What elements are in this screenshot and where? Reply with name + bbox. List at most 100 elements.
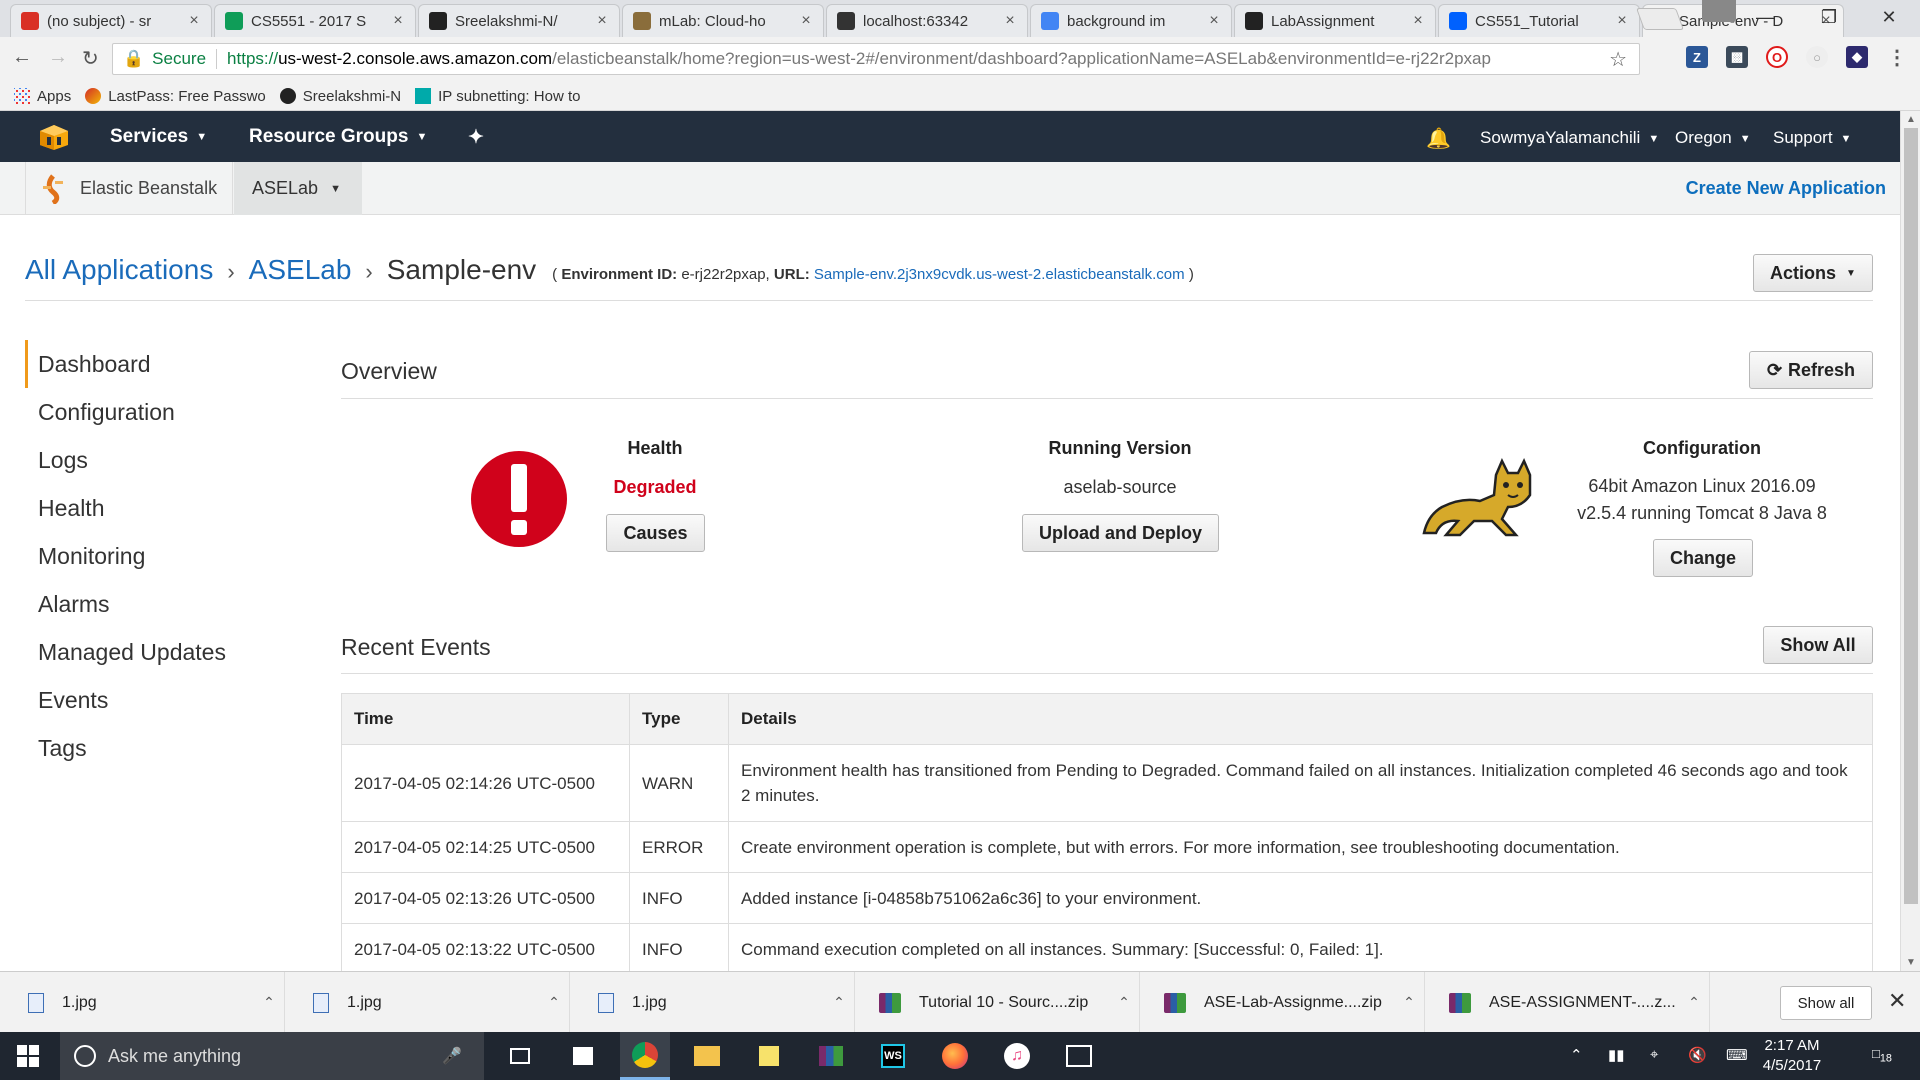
nav-alarms[interactable]: Alarms [25, 580, 285, 628]
scroll-up-icon[interactable]: ▲ [1901, 114, 1920, 125]
show-all-events-button[interactable]: Show All [1763, 626, 1873, 664]
address-bar[interactable]: 🔒 Secure https://us-west-2.console.aws.a… [112, 43, 1640, 75]
close-window-icon[interactable]: ✕ [1866, 0, 1912, 34]
pin-icon[interactable]: ✦ [468, 126, 484, 149]
page-scrollbar[interactable]: ▲ ▼ [1900, 111, 1920, 971]
aws-cube-icon[interactable] [38, 123, 70, 151]
wifi-icon[interactable]: ⌖ [1650, 1046, 1658, 1063]
application-link[interactable]: ASELab [249, 254, 352, 286]
scroll-down-icon[interactable]: ▼ [1901, 957, 1920, 968]
show-hidden-icons[interactable]: ⌃ [1570, 1046, 1583, 1064]
profile-icon[interactable] [1702, 0, 1736, 22]
nav-logs[interactable]: Logs [25, 436, 285, 484]
bookmark-lastpass[interactable]: LastPass: Free Passwo [85, 88, 266, 105]
back-icon[interactable]: ← [12, 46, 32, 69]
download-item[interactable]: 1.jpg ⌃ [0, 972, 285, 1033]
download-item[interactable]: ASE-ASSIGNMENT-....z... ⌃ [1425, 972, 1710, 1033]
extension-shield-icon[interactable]: ◆ [1846, 46, 1868, 68]
browser-tab[interactable]: LabAssignment × [1234, 4, 1436, 37]
opera-extension-icon[interactable]: O [1766, 46, 1788, 68]
nav-health[interactable]: Health [25, 484, 285, 532]
download-options-chevron-icon[interactable]: ⌃ [1109, 994, 1139, 1011]
keyboard-icon[interactable]: ⌨ [1726, 1046, 1748, 1064]
browser-tab[interactable]: CS5551 - 2017 S × [214, 4, 416, 37]
browser-tab[interactable]: Sreelakshmi-N/ × [418, 4, 620, 37]
nav-managed-updates[interactable]: Managed Updates [25, 628, 285, 676]
microphone-icon[interactable]: 🎤 [442, 1046, 462, 1066]
file-explorer-icon[interactable] [682, 1032, 732, 1080]
services-menu[interactable]: Services ▼ [110, 126, 207, 148]
close-tab-icon[interactable]: × [595, 12, 609, 30]
nav-dashboard[interactable]: Dashboard [25, 340, 285, 388]
download-options-chevron-icon[interactable]: ⌃ [254, 994, 284, 1011]
sticky-notes-icon[interactable] [744, 1032, 794, 1080]
download-item[interactable]: ASE-Lab-Assignme....zip ⌃ [1140, 972, 1425, 1033]
browser-tab[interactable]: mLab: Cloud-ho × [622, 4, 824, 37]
column-header-details[interactable]: Details [728, 693, 1873, 745]
browser-tab[interactable]: localhost:63342 × [826, 4, 1028, 37]
browser-tab[interactable]: (no subject) - sr × [10, 4, 212, 37]
region-menu[interactable]: Oregon ▼ [1675, 128, 1751, 148]
download-options-chevron-icon[interactable]: ⌃ [539, 994, 569, 1011]
taskbar-search-box[interactable]: Ask me anything 🎤 [60, 1032, 484, 1080]
zotero-extension-icon[interactable]: Z [1686, 46, 1708, 68]
nav-tags[interactable]: Tags [25, 724, 285, 772]
extension-icon[interactable]: ▩ [1726, 46, 1748, 68]
extension-circle-icon[interactable]: ○ [1806, 46, 1828, 68]
support-menu[interactable]: Support ▼ [1773, 128, 1851, 148]
browser-tab[interactable]: CS551_Tutorial × [1438, 4, 1640, 37]
change-button[interactable]: Change [1653, 539, 1753, 577]
close-tab-icon[interactable]: × [1615, 12, 1629, 30]
nav-monitoring[interactable]: Monitoring [25, 532, 285, 580]
photos-icon[interactable] [1054, 1032, 1104, 1080]
firefox-icon[interactable] [930, 1032, 980, 1080]
close-downloads-icon[interactable]: ✕ [1888, 988, 1906, 1014]
taskbar-clock[interactable]: 2:17 AM 4/5/2017 [1752, 1036, 1832, 1076]
bookmark-github[interactable]: Sreelakshmi-N [279, 88, 401, 105]
close-tab-icon[interactable]: × [1003, 12, 1017, 30]
actions-button[interactable]: Actions ▼ [1753, 254, 1873, 292]
download-item[interactable]: Tutorial 10 - Sourc....zip ⌃ [855, 972, 1140, 1033]
user-menu[interactable]: SowmyaYalamanchili ▼ [1480, 128, 1659, 148]
download-options-chevron-icon[interactable]: ⌃ [1394, 994, 1424, 1011]
create-new-application-link[interactable]: Create New Application [1686, 178, 1886, 199]
close-tab-icon[interactable]: × [391, 12, 405, 30]
close-tab-icon[interactable]: × [1411, 12, 1425, 30]
chrome-menu-icon[interactable]: ⋮ [1886, 46, 1908, 69]
downloads-show-all-button[interactable]: Show all [1780, 986, 1872, 1020]
new-tab-button[interactable] [1635, 8, 1685, 30]
nav-events[interactable]: Events [25, 676, 285, 724]
close-tab-icon[interactable]: × [187, 12, 201, 30]
environment-url-link[interactable]: Sample-env.2j3nx9cvdk.us-west-2.elasticb… [814, 266, 1185, 283]
elastic-beanstalk-home-link[interactable]: Elastic Beanstalk [25, 162, 233, 215]
upload-and-deploy-button[interactable]: Upload and Deploy [1022, 514, 1219, 552]
browser-tab[interactable]: background im × [1030, 4, 1232, 37]
minimize-icon[interactable]: — [1742, 0, 1788, 34]
refresh-button[interactable]: ⟳ Refresh [1749, 351, 1873, 389]
download-item[interactable]: 1.jpg ⌃ [285, 972, 570, 1033]
close-tab-icon[interactable]: × [1207, 12, 1221, 30]
forward-icon[interactable]: → [48, 46, 68, 69]
all-applications-link[interactable]: All Applications [25, 254, 213, 286]
bell-icon[interactable]: 🔔 [1426, 126, 1451, 151]
download-item[interactable]: 1.jpg ⌃ [570, 972, 855, 1033]
download-options-chevron-icon[interactable]: ⌃ [1679, 994, 1709, 1011]
reload-icon[interactable]: ↻ [82, 46, 99, 71]
restore-icon[interactable]: ❐ [1806, 0, 1852, 34]
close-tab-icon[interactable]: × [799, 12, 813, 30]
webstorm-icon[interactable]: WS [868, 1032, 918, 1080]
application-dropdown[interactable]: ASELab ▼ [234, 162, 362, 215]
winrar-icon[interactable] [806, 1032, 856, 1080]
scrollbar-thumb[interactable] [1904, 128, 1918, 904]
column-header-type[interactable]: Type [629, 693, 729, 745]
itunes-icon[interactable]: ♫ [992, 1032, 1042, 1080]
bookmark-star-icon[interactable]: ☆ [1609, 47, 1627, 72]
chrome-taskbar-icon[interactable] [620, 1032, 670, 1080]
battery-icon[interactable]: ▮▮ [1608, 1046, 1625, 1064]
bookmark-apps[interactable]: Apps [14, 88, 71, 105]
column-header-time[interactable]: Time [341, 693, 630, 745]
volume-icon[interactable]: 🔇 [1688, 1046, 1707, 1064]
store-icon[interactable] [558, 1032, 608, 1080]
action-center-icon[interactable]: □18 [1872, 1046, 1892, 1065]
causes-button[interactable]: Causes [606, 514, 705, 552]
